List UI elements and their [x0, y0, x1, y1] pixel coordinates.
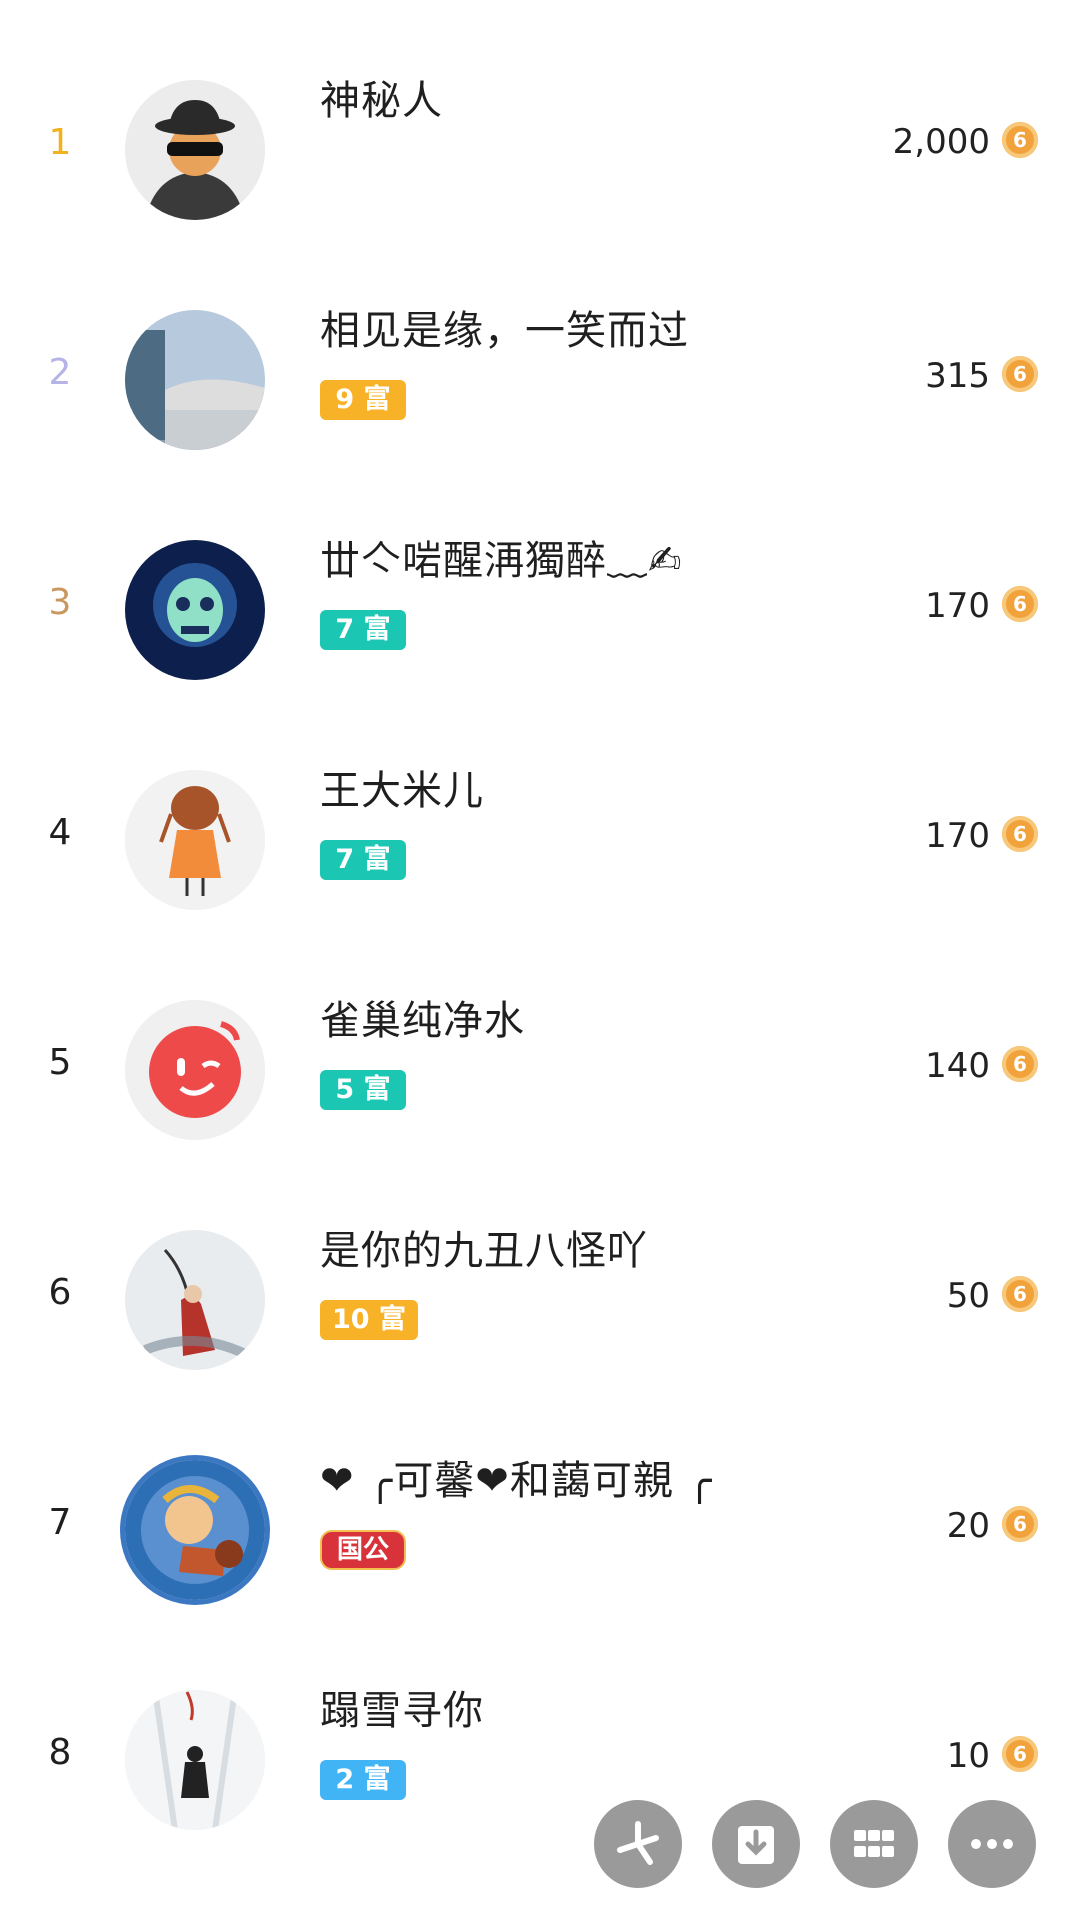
user-name: 神秘人 [320, 78, 443, 124]
avatar[interactable] [125, 770, 265, 910]
user-name: 是你的九丑八怪吖 [320, 1228, 648, 1274]
wealth-badge: 5 富 [320, 1070, 406, 1110]
avatar[interactable] [125, 310, 265, 450]
user-name: 相见是缘，一笑而过 [320, 308, 689, 354]
list-item[interactable]: 3 丗亽啱醒洅獨醉﹏✍ 7 富 170 6 [0, 490, 1080, 720]
user-name: 雀巢纯净水 [320, 998, 525, 1044]
list-item[interactable]: 1 神秘人 2,000 6 [0, 30, 1080, 260]
pinwheel-button[interactable] [594, 1800, 682, 1888]
list-item[interactable]: 4 王大米儿 7 富 170 6 [0, 720, 1080, 950]
avatar[interactable] [125, 1690, 265, 1830]
user-name: 王大米儿 [320, 768, 484, 814]
apps-button[interactable] [830, 1800, 918, 1888]
coin-icon: 6 [1002, 1046, 1038, 1082]
score-value: 170 [925, 816, 990, 856]
list-item[interactable]: 5 雀巢纯净水 5 富 140 6 [0, 950, 1080, 1180]
wealth-badge: 9 富 [320, 380, 406, 420]
wealth-badge: 7 富 [320, 610, 406, 650]
list-item[interactable]: 6 是你的九丑八怪吖 10 富 50 6 [0, 1180, 1080, 1410]
rank-number: 3 [48, 582, 72, 623]
rank-number: 6 [48, 1272, 72, 1313]
wealth-badge: 10 富 [320, 1300, 418, 1340]
rank-number: 1 [48, 122, 72, 163]
coin-icon: 6 [1002, 1736, 1038, 1772]
list-item[interactable]: 2 相见是缘，一笑而过 9 富 315 6 [0, 260, 1080, 490]
download-icon [738, 1826, 774, 1864]
more-icon [971, 1839, 1013, 1849]
wealth-badge: 2 富 [320, 1760, 406, 1800]
grid-icon [854, 1830, 894, 1857]
score-value: 20 [946, 1506, 990, 1546]
user-name: 蹋雪寻你 [320, 1688, 484, 1734]
avatar[interactable] [125, 80, 265, 220]
score-value: 2,000 [892, 122, 990, 162]
score-value: 140 [925, 1046, 990, 1086]
rank-number: 2 [48, 352, 72, 393]
list-item[interactable]: 8 蹋雪寻你 2 富 10 6 [0, 1640, 1080, 1870]
coin-icon: 6 [1002, 1506, 1038, 1542]
coin-icon: 6 [1002, 356, 1038, 392]
wealth-badge: 7 富 [320, 840, 406, 880]
list-item[interactable]: 7 ❤ ╭可馨❤和藹可親 ╭ 国公 20 6 [0, 1410, 1080, 1640]
rank-number: 5 [48, 1042, 72, 1083]
avatar[interactable] [125, 540, 265, 680]
coin-icon: 6 [1002, 1276, 1038, 1312]
avatar[interactable] [125, 1460, 265, 1600]
title-badge: 国公 [320, 1530, 406, 1570]
coin-icon: 6 [1002, 816, 1038, 852]
user-name: 丗亽啱醒洅獨醉﹏✍ [320, 538, 683, 584]
avatar[interactable] [125, 1000, 265, 1140]
more-button[interactable] [948, 1800, 1036, 1888]
rank-number: 8 [48, 1732, 72, 1773]
score-value: 10 [946, 1736, 990, 1776]
rank-number: 7 [48, 1502, 72, 1543]
pinwheel-icon [617, 1821, 659, 1865]
score-value: 170 [925, 586, 990, 626]
download-button[interactable] [712, 1800, 800, 1888]
coin-icon: 6 [1002, 122, 1038, 158]
score-value: 50 [946, 1276, 990, 1316]
avatar[interactable] [125, 1230, 265, 1370]
user-name: ❤ ╭可馨❤和藹可親 ╭ [320, 1458, 713, 1504]
score-value: 315 [925, 356, 990, 396]
coin-icon: 6 [1002, 586, 1038, 622]
rank-number: 4 [48, 812, 72, 853]
